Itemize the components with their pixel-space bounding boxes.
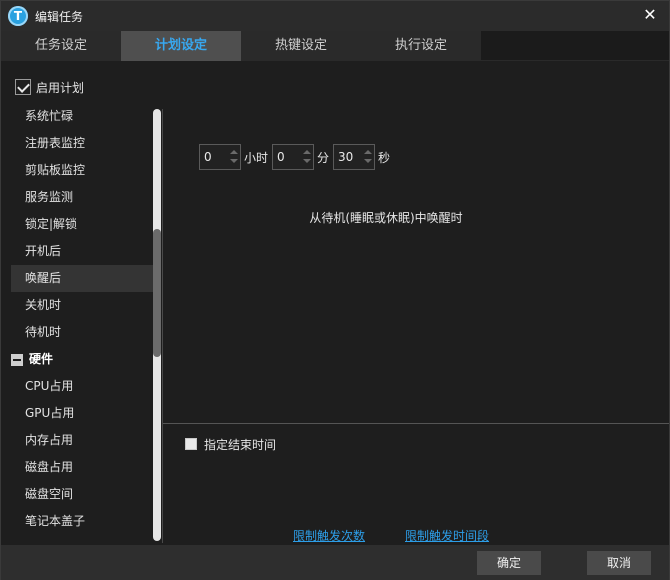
app-logo-icon: T	[8, 6, 28, 26]
list-item-after-boot[interactable]: 开机后	[11, 238, 155, 265]
list-item-clipboard-monitor[interactable]: 剪贴板监控	[11, 157, 155, 184]
minutes-stepper[interactable]: 0	[272, 144, 315, 170]
title-bar: T 编辑任务 ✕	[1, 1, 669, 31]
scrollbar-thumb[interactable]	[153, 229, 161, 357]
footer-bar: 确定 取消	[1, 545, 669, 580]
trigger-description: 从待机(睡眠或休眠)中唤醒时	[309, 211, 463, 225]
list-item-on-shutdown[interactable]: 关机时	[11, 292, 155, 319]
list-item-cpu-usage[interactable]: CPU占用	[11, 373, 155, 400]
hours-value[interactable]: 0	[204, 145, 212, 169]
minutes-value[interactable]: 0	[277, 145, 285, 169]
seconds-unit-label: 秒	[378, 150, 391, 165]
tab-schedule-settings[interactable]: 计划设定	[121, 31, 241, 61]
cancel-button[interactable]: 取消	[587, 551, 651, 575]
group-hardware-label: 硬件	[29, 352, 54, 366]
list-item-system-busy[interactable]: 系统忙碌	[11, 103, 155, 130]
group-hardware[interactable]: 硬件	[11, 346, 155, 373]
tab-task-settings[interactable]: 任务设定	[1, 31, 121, 61]
end-time-checkbox[interactable]	[185, 438, 197, 450]
list-item-memory-usage[interactable]: 内存占用	[11, 427, 155, 454]
list-item-registry-monitor[interactable]: 注册表监控	[11, 130, 155, 157]
hours-stepper[interactable]: 0	[199, 144, 241, 170]
minutes-unit-label: 分	[317, 150, 330, 165]
list-item-lock-unlock[interactable]: 锁定|解锁	[11, 211, 155, 238]
list-item-disk-space[interactable]: 磁盘空间	[11, 481, 155, 508]
limit-trigger-count-link[interactable]: 限制触发次数	[293, 527, 365, 544]
delay-row: 0 小时 0 分 30 秒	[199, 144, 394, 170]
stepper-arrows-icon[interactable]	[364, 148, 373, 166]
panel-divider	[162, 109, 163, 543]
enable-schedule-row: 启用计划	[15, 77, 84, 97]
enable-schedule-label[interactable]: 启用计划	[36, 79, 84, 96]
ok-button[interactable]: 确定	[477, 551, 541, 575]
stepper-arrows-icon[interactable]	[303, 148, 312, 166]
trigger-list: 系统忙碌 注册表监控 剪贴板监控 服务监测 锁定|解锁 开机后 唤醒后 关机时 …	[11, 103, 155, 543]
window-title: 编辑任务	[35, 10, 84, 24]
end-time-row: 指定结束时间	[185, 436, 276, 452]
list-item-after-wake[interactable]: 唤醒后	[11, 265, 155, 292]
list-item-gpu-usage[interactable]: GPU占用	[11, 400, 155, 427]
trigger-list-scrollbar[interactable]	[153, 109, 161, 541]
enable-schedule-checkbox[interactable]	[15, 79, 31, 95]
tab-bar: 任务设定 计划设定 热键设定 执行设定	[1, 31, 669, 61]
end-time-label[interactable]: 指定结束时间	[204, 436, 276, 453]
hours-unit-label: 小时	[244, 150, 269, 165]
close-icon[interactable]: ✕	[641, 6, 659, 24]
edit-task-window: T 编辑任务 ✕ 任务设定 计划设定 热键设定 执行设定 启用计划 系统忙碌 注…	[0, 0, 670, 580]
stepper-arrows-icon[interactable]	[230, 148, 238, 166]
list-item-disk-usage[interactable]: 磁盘占用	[11, 454, 155, 481]
list-item-laptop-lid[interactable]: 笔记本盖子	[11, 508, 155, 535]
seconds-stepper[interactable]: 30	[333, 144, 376, 170]
list-item-service-monitor[interactable]: 服务监测	[11, 184, 155, 211]
section-divider	[163, 423, 669, 424]
seconds-value[interactable]: 30	[338, 145, 353, 169]
limit-trigger-period-link[interactable]: 限制触发时间段	[405, 527, 489, 544]
tab-hotkey-settings[interactable]: 热键设定	[241, 31, 361, 61]
tab-execution-settings[interactable]: 执行设定	[361, 31, 481, 61]
list-item-on-standby[interactable]: 待机时	[11, 319, 155, 346]
collapse-icon[interactable]	[11, 353, 23, 366]
